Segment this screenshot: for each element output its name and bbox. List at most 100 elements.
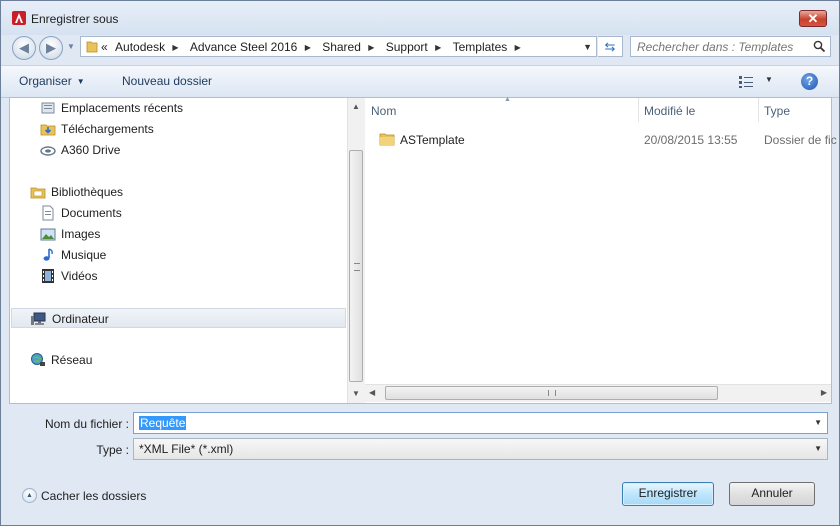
column-header-label: Type — [764, 104, 791, 118]
breadcrumb-separator-icon[interactable]: ▶ — [515, 43, 521, 52]
forward-button[interactable]: ▶ — [39, 36, 63, 60]
nav-item-images[interactable]: Images — [40, 224, 340, 244]
table-row[interactable]: ASTemplate 20/08/2015 13:55 Dossier de f… — [379, 131, 837, 150]
scroll-up-icon[interactable]: ▲ — [352, 102, 360, 111]
libraries-icon — [30, 187, 46, 199]
browser-pane: Emplacements récents Téléchargements A36… — [9, 96, 837, 404]
breadcrumb-item-autodesk[interactable]: Autodesk — [115, 40, 165, 54]
cancel-button[interactable]: Annuler — [729, 482, 815, 506]
breadcrumb-overflow[interactable]: « — [101, 40, 108, 54]
recent-places-icon — [41, 102, 55, 114]
help-button[interactable]: ? — [801, 73, 818, 90]
address-bar[interactable]: « Autodesk ▶ Advance Steel 2016 ▶ Shared… — [80, 36, 597, 57]
nav-item-network[interactable]: Réseau — [30, 350, 340, 370]
navigation-pane: Emplacements récents Téléchargements A36… — [10, 98, 347, 403]
organize-button[interactable]: Organiser ▼ — [19, 74, 85, 88]
column-header-label: Modifié le — [644, 104, 696, 118]
file-name: ASTemplate — [400, 133, 465, 147]
breadcrumb-item-support[interactable]: Support — [386, 40, 428, 54]
new-folder-button[interactable]: Nouveau dossier — [122, 74, 212, 88]
help-icon: ? — [805, 74, 814, 88]
filename-field[interactable]: Requête ▼ — [133, 412, 828, 434]
scrollbar-thumb[interactable] — [385, 386, 718, 400]
downloads-icon — [40, 124, 56, 136]
command-bar: Organiser ▼ Nouveau dossier ▼ ? — [1, 65, 839, 98]
autocad-a-icon — [12, 11, 26, 25]
scroll-down-icon[interactable]: ▼ — [352, 389, 360, 398]
chevron-down-icon[interactable]: ▼ — [814, 418, 822, 427]
nav-item-label: A360 Drive — [61, 143, 121, 157]
search-box — [630, 36, 831, 57]
a360-drive-icon — [40, 146, 56, 156]
search-input[interactable] — [637, 39, 802, 54]
refresh-icon: ⇆ — [604, 39, 616, 54]
grip-icon — [354, 263, 360, 271]
nav-item-a360-drive[interactable]: A360 Drive — [40, 140, 340, 160]
change-view-button[interactable]: ▼ — [738, 74, 778, 90]
search-icon[interactable] — [813, 40, 826, 53]
close-button[interactable]: ✕ — [799, 10, 827, 27]
nav-item-music[interactable]: Musique — [40, 245, 340, 265]
nav-item-downloads[interactable]: Téléchargements — [40, 119, 340, 139]
column-header-name[interactable]: Nom ▲ — [365, 96, 639, 122]
navigation-pane-scrollbar[interactable]: ▲ ▼ — [347, 98, 365, 403]
music-icon — [43, 248, 53, 261]
file-list-horizontal-scrollbar[interactable]: ◀ ▶ — [365, 384, 831, 402]
type-label: Type : — [96, 443, 129, 457]
hide-folders-label: Cacher les dossiers — [41, 489, 147, 503]
chevron-down-icon: ▼ — [814, 444, 822, 453]
file-type-value: *XML File* (*.xml) — [139, 442, 234, 456]
refresh-button[interactable]: ⇆ — [598, 36, 623, 57]
organize-label: Organiser — [19, 74, 72, 88]
breadcrumb-separator-icon[interactable]: ▶ — [368, 43, 374, 52]
documents-icon — [42, 205, 54, 221]
address-dropdown-icon[interactable]: ▼ — [583, 42, 592, 52]
back-button[interactable]: ◀ — [12, 36, 36, 60]
file-type-select[interactable]: *XML File* (*.xml) ▼ — [133, 438, 828, 460]
breadcrumb-item-shared[interactable]: Shared — [322, 40, 361, 54]
chevron-down-icon: ▼ — [76, 77, 85, 86]
sort-ascending-icon: ▲ — [504, 96, 511, 103]
breadcrumb-separator-icon[interactable]: ▶ — [172, 43, 178, 52]
breadcrumb-separator-icon[interactable]: ▶ — [435, 43, 441, 52]
nav-item-libraries[interactable]: Bibliothèques — [30, 182, 340, 202]
nav-item-label: Vidéos — [61, 269, 98, 283]
nav-item-documents[interactable]: Documents — [40, 203, 340, 223]
videos-icon — [42, 269, 54, 283]
breadcrumb-item-advance-steel[interactable]: Advance Steel 2016 — [190, 40, 297, 54]
scroll-right-icon[interactable]: ▶ — [821, 388, 827, 397]
back-arrow-icon: ◀ — [19, 40, 29, 55]
nav-item-label: Bibliothèques — [51, 185, 124, 199]
file-type: Dossier de fic — [764, 133, 837, 147]
nav-item-label: Ordinateur — [52, 312, 109, 326]
view-menu-chevron-icon[interactable]: ▼ — [765, 75, 773, 84]
grip-icon — [548, 390, 556, 396]
file-list: Nom ▲ Modifié le Type ASTemplate 20/08/2… — [365, 96, 837, 403]
title-bar: Enregistrer sous ✕ — [1, 1, 839, 35]
nav-item-label: Téléchargements — [61, 122, 154, 136]
recent-locations-dropdown-icon[interactable]: ▼ — [67, 42, 75, 51]
forward-arrow-icon: ▶ — [46, 40, 56, 55]
file-modified: 20/08/2015 13:55 — [644, 133, 738, 147]
scroll-left-icon[interactable]: ◀ — [369, 388, 375, 397]
scrollbar-thumb[interactable] — [349, 150, 363, 382]
nav-item-computer[interactable]: Ordinateur — [11, 308, 346, 328]
breadcrumb-item-templates[interactable]: Templates — [453, 40, 508, 54]
save-as-dialog: Enregistrer sous ✕ ◀ ▶ ▼ « Autodesk ▶ Ad… — [0, 0, 840, 526]
nav-item-label: Emplacements récents — [61, 101, 184, 115]
breadcrumb: « Autodesk ▶ Advance Steel 2016 ▶ Shared… — [101, 40, 529, 54]
column-header-type[interactable]: Type — [758, 98, 831, 122]
filename-label: Nom du fichier : — [44, 417, 129, 431]
nav-item-label: Documents — [61, 206, 122, 220]
window-title: Enregistrer sous — [31, 12, 119, 26]
details-view-icon — [739, 76, 753, 88]
breadcrumb-separator-icon[interactable]: ▶ — [305, 43, 311, 52]
column-header-modified[interactable]: Modifié le — [638, 98, 759, 122]
save-button[interactable]: Enregistrer — [622, 482, 714, 506]
filename-value: Requête — [139, 416, 187, 430]
nav-item-videos[interactable]: Vidéos — [40, 266, 340, 286]
folder-icon — [379, 133, 395, 146]
nav-item-label: Réseau — [51, 353, 93, 367]
nav-item-recent-places[interactable]: Emplacements récents — [40, 98, 340, 118]
images-icon — [40, 228, 56, 241]
